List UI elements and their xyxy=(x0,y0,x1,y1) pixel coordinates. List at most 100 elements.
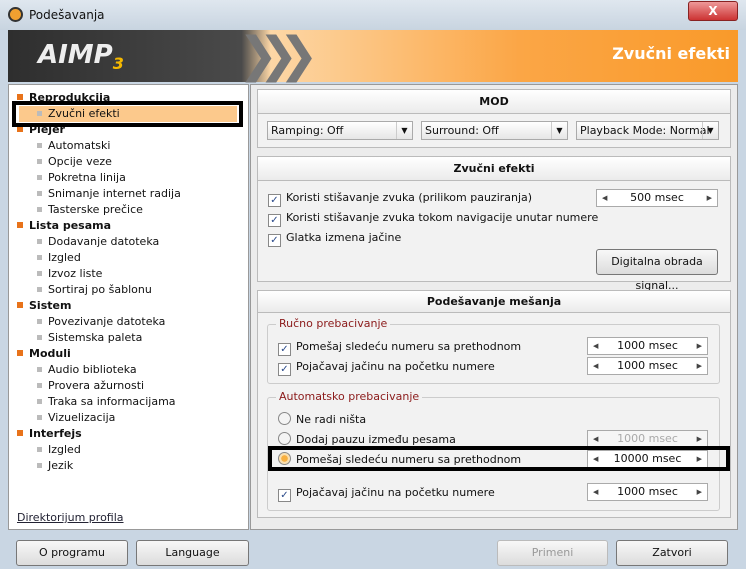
tree-item[interactable]: Jezik xyxy=(37,458,73,474)
spinner-value: 1000 msec xyxy=(617,359,678,372)
spinner-value: 1000 msec xyxy=(617,432,678,445)
tree-item[interactable]: Izgled xyxy=(37,250,81,266)
radio-icon xyxy=(278,412,291,425)
manual-crossfade-checkbox[interactable]: ✓ Pomešaj sledeću numeru sa prethodnom xyxy=(278,340,521,356)
highlight-box xyxy=(12,101,243,127)
arrow-left-icon: ◀ xyxy=(593,435,599,443)
arrow-right-icon[interactable]: ▶ xyxy=(697,484,702,500)
apply-button: Primeni xyxy=(497,540,608,566)
arrow-left-icon[interactable]: ◀ xyxy=(593,338,598,354)
close-window-button[interactable]: X xyxy=(688,1,738,21)
tree-item[interactable]: Audio biblioteka xyxy=(37,362,137,378)
checkbox-checked-icon: ✓ xyxy=(278,489,291,502)
mixing-group: Podešavanje mešanja Ručno prebacivanje ✓… xyxy=(257,290,731,518)
checkbox-checked-icon: ✓ xyxy=(278,343,291,356)
radio-label: Dodaj pauzu između pesama xyxy=(296,433,456,446)
fade-pause-spinner[interactable]: ◀ 500 msec ▶ xyxy=(596,189,718,207)
checkbox-label: Koristi stišavanje zvuka tokom navigacij… xyxy=(286,211,599,224)
manual-switch-group: Ručno prebacivanje ✓ Pomešaj sledeću nume… xyxy=(267,317,720,384)
auto-pause-radio[interactable]: Dodaj pauzu između pesama xyxy=(278,432,456,447)
manual-crossfade-spinner[interactable]: ◀ 1000 msec ▶ xyxy=(587,337,708,355)
smooth-volume-checkbox[interactable]: ✓ Glatka izmena jačine xyxy=(268,231,401,247)
chevron-down-icon: ▼ xyxy=(702,122,718,139)
tree-item[interactable]: Dodavanje datoteka xyxy=(37,234,159,250)
group-header: Podešavanje mešanja xyxy=(258,291,730,313)
aimp-logo: AIMP3 xyxy=(38,40,124,73)
close-button[interactable]: Zatvori xyxy=(616,540,728,566)
spinner-value: 500 msec xyxy=(630,191,684,204)
dropdown-value: Playback Mode: Normal xyxy=(580,124,710,137)
surround-dropdown[interactable]: Surround: Off ▼ xyxy=(421,121,568,140)
language-button[interactable]: Language xyxy=(136,540,249,566)
tree-item[interactable]: Izvoz liste xyxy=(37,266,102,282)
tree-category[interactable]: Sistem xyxy=(17,298,71,314)
tree-item[interactable]: Pokretna linija xyxy=(37,170,126,186)
tree-category[interactable]: Moduli xyxy=(17,346,71,362)
tree-item[interactable]: Tasterske prečice xyxy=(37,202,143,218)
header-banner: AIMP3 ❯❯❯ Zvučni efekti xyxy=(8,30,738,82)
checkbox-checked-icon: ✓ xyxy=(268,194,281,207)
tree-item[interactable]: Snimanje internet radija xyxy=(37,186,181,202)
subgroup-title: Automatsko prebacivanje xyxy=(276,390,423,403)
tree-item[interactable]: Povezivanje datoteka xyxy=(37,314,165,330)
tree-item[interactable]: Provera ažurnosti xyxy=(37,378,144,394)
auto-fadein-spinner[interactable]: ◀ 1000 msec ▶ xyxy=(587,483,708,501)
chevron-down-icon: ▼ xyxy=(396,122,412,139)
manual-fadein-spinner[interactable]: ◀ 1000 msec ▶ xyxy=(587,357,708,375)
window-title: Podešavanja xyxy=(29,8,105,22)
logo-version: 3 xyxy=(112,54,124,74)
arrow-right-icon[interactable]: ▶ xyxy=(707,190,712,206)
checkbox-checked-icon: ✓ xyxy=(268,234,281,247)
radio-label: Ne radi ništa xyxy=(296,413,367,426)
tree-category[interactable]: Lista pesama xyxy=(17,218,111,234)
playback-mode-dropdown[interactable]: Playback Mode: Normal ▼ xyxy=(576,121,719,140)
checkbox-checked-icon: ✓ xyxy=(278,363,291,376)
checkbox-label: Glatka izmena jačine xyxy=(286,231,402,244)
subgroup-title: Ručno prebacivanje xyxy=(276,317,391,330)
page-title: Zvučni efekti xyxy=(612,44,730,63)
tree-item[interactable]: Sortiraj po šablonu xyxy=(37,282,152,298)
manual-fadein-checkbox[interactable]: ✓ Pojačavaj jačinu na početku numere xyxy=(278,360,495,376)
arrow-right-icon[interactable]: ▶ xyxy=(697,358,702,374)
highlight-box xyxy=(268,446,730,471)
tree-item[interactable]: Izgled xyxy=(37,442,81,458)
spinner-value: 1000 msec xyxy=(617,485,678,498)
auto-none-radio[interactable]: Ne radi ništa xyxy=(278,412,366,427)
auto-fadein-checkbox[interactable]: ✓ Pojačavaj jačinu na početku numere xyxy=(278,486,495,502)
arrow-right-icon: ▶ xyxy=(696,435,702,443)
tree-item[interactable]: Traka sa informacijama xyxy=(37,394,176,410)
chevron-down-icon: ▼ xyxy=(551,122,567,139)
fade-pause-checkbox[interactable]: ✓ Koristi stišavanje zvuka (prilikom pauz… xyxy=(268,191,532,207)
ramping-dropdown[interactable]: Ramping: Off ▼ xyxy=(267,121,413,140)
tree-category[interactable]: Interfejs xyxy=(17,426,82,442)
tree-item[interactable]: Vizuelizacija xyxy=(37,410,115,426)
logo-text: AIMP xyxy=(38,40,113,70)
title-bar: Podešavanja X xyxy=(0,0,746,30)
fade-nav-checkbox[interactable]: ✓ Koristi stišavanje zvuka tokom navigaci… xyxy=(268,211,598,227)
tree-item[interactable]: Opcije veze xyxy=(37,154,112,170)
settings-tree: Reprodukcija Zvučni efekti Plejer Automatsk… xyxy=(8,84,249,530)
tree-item[interactable]: Automatski xyxy=(37,138,110,154)
checkbox-label: Koristi stišavanje zvuka (prilikom pauzi… xyxy=(286,191,533,204)
dropdown-value: Ramping: Off xyxy=(271,124,344,137)
dsp-button[interactable]: Digitalna obrada signal... xyxy=(596,249,718,292)
arrow-left-icon[interactable]: ◀ xyxy=(602,190,607,206)
checkbox-checked-icon: ✓ xyxy=(268,214,281,227)
about-button[interactable]: O programu xyxy=(16,540,128,566)
arrow-right-icon[interactable]: ▶ xyxy=(697,338,702,354)
profile-directory-link[interactable]: Direktorijum profila xyxy=(17,511,124,524)
group-header: Zvučni efekti xyxy=(258,157,730,181)
radio-icon xyxy=(278,432,291,445)
aimp-app-icon xyxy=(8,7,23,22)
arrow-left-icon[interactable]: ◀ xyxy=(593,358,598,374)
group-header: MOD xyxy=(258,90,730,114)
spinner-value: 1000 msec xyxy=(617,339,678,352)
arrow-left-icon[interactable]: ◀ xyxy=(593,484,598,500)
checkbox-label: Pomešaj sledeću numeru sa prethodnom xyxy=(296,340,522,353)
chevron-decoration-icon: ❯❯❯ xyxy=(238,27,319,83)
checkbox-label: Pojačavaj jačinu na početku numere xyxy=(296,486,495,499)
sound-effects-group: Zvučni efekti ✓ Koristi stišavanje zvuka … xyxy=(257,156,731,292)
mod-group: MOD Ramping: Off ▼ Surround: Off ▼ Playbac… xyxy=(257,89,731,148)
checkbox-label: Pojačavaj jačinu na početku numere xyxy=(296,360,495,373)
tree-item[interactable]: Sistemska paleta xyxy=(37,330,142,346)
